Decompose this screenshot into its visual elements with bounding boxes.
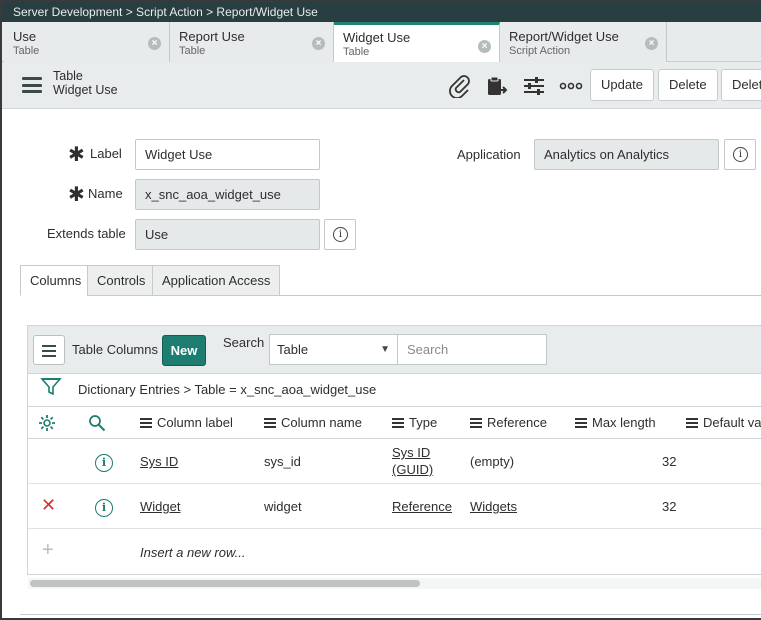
new-button[interactable]: New bbox=[162, 335, 206, 366]
tab-title: Use bbox=[13, 29, 37, 44]
tab-use[interactable]: Use Table × bbox=[4, 22, 170, 62]
close-tab-icon[interactable]: × bbox=[312, 37, 325, 50]
filter-icon[interactable] bbox=[40, 376, 62, 398]
column-menu-icon bbox=[392, 417, 404, 430]
column-label-link[interactable]: Sys ID bbox=[140, 454, 178, 469]
column-name-cell: widget bbox=[264, 499, 302, 514]
search-icon[interactable] bbox=[88, 414, 106, 432]
column-name-cell: sys_id bbox=[264, 454, 301, 469]
attachment-icon[interactable] bbox=[448, 74, 472, 98]
label-field-label: ✱ Label bbox=[68, 144, 122, 166]
table-row: ✕ i Widget widget Reference Widgets 32 bbox=[28, 484, 761, 529]
reference-cell: (empty) bbox=[470, 454, 515, 469]
reference-link[interactable]: Widgets bbox=[470, 499, 517, 514]
search-field-value: Table bbox=[277, 342, 309, 357]
extends-table-label: Extends table bbox=[47, 226, 126, 241]
table-header: Column label Column name Type Reference … bbox=[28, 406, 761, 439]
tab-subtitle: Table bbox=[343, 46, 370, 58]
column-header-label[interactable]: Column label bbox=[140, 415, 233, 430]
tab-columns[interactable]: Columns bbox=[20, 265, 92, 296]
caret-down-icon: ▼ bbox=[380, 344, 390, 355]
max-length-cell: 32 bbox=[662, 499, 677, 514]
column-menu-icon bbox=[264, 417, 276, 430]
tab-widget-use[interactable]: Widget Use Table × bbox=[334, 22, 500, 62]
form-header: Table Widget Use Update Delete Delet bbox=[2, 62, 761, 109]
info-icon: i bbox=[733, 147, 748, 162]
tab-subtitle: Script Action bbox=[509, 45, 571, 57]
tab-subtitle: Table bbox=[13, 45, 40, 57]
list-toolbar: Table Columns New Search Table ▼ Search bbox=[28, 326, 761, 374]
column-header-max-length[interactable]: Max length bbox=[575, 415, 656, 430]
extends-info-button[interactable]: i bbox=[324, 219, 356, 250]
close-tab-icon[interactable]: × bbox=[478, 40, 491, 53]
search-label: Search bbox=[223, 335, 265, 350]
application-input: Analytics on Analytics bbox=[534, 139, 719, 170]
tab-controls[interactable]: Controls bbox=[87, 265, 156, 296]
menu-icon[interactable] bbox=[22, 77, 42, 93]
info-icon[interactable]: i bbox=[95, 454, 113, 472]
tab-title: Report/Widget Use bbox=[509, 29, 619, 44]
gear-icon[interactable] bbox=[38, 414, 56, 432]
column-menu-icon bbox=[575, 417, 587, 430]
record-title: Table Widget Use bbox=[53, 69, 118, 97]
name-field-label: ✱ Name bbox=[68, 184, 123, 206]
column-header-type[interactable]: Type bbox=[392, 415, 437, 430]
name-input: x_snc_aoa_widget_use bbox=[135, 179, 320, 210]
insert-row-text[interactable]: Insert a new row... bbox=[140, 545, 246, 560]
delete-button-secondary[interactable]: Delet bbox=[721, 69, 761, 101]
search-field-select[interactable]: Table ▼ bbox=[269, 334, 398, 365]
column-header-name[interactable]: Column name bbox=[264, 415, 362, 430]
list-breadcrumb: Dictionary Entries > Table = x_snc_aoa_w… bbox=[40, 376, 760, 402]
extends-table-input[interactable]: Use bbox=[135, 219, 320, 250]
label-input[interactable]: Widget Use bbox=[135, 139, 320, 170]
tab-report-widget-use[interactable]: Report/Widget Use Script Action × bbox=[500, 22, 667, 62]
column-menu-icon bbox=[140, 417, 152, 430]
application-label: Application bbox=[457, 147, 521, 162]
column-header-default-value[interactable]: Default val bbox=[686, 415, 761, 430]
tab-title: Widget Use bbox=[343, 30, 411, 45]
window-breadcrumb: Server Development > Script Action > Rep… bbox=[2, 2, 761, 22]
close-tab-icon[interactable]: × bbox=[148, 37, 161, 50]
close-tab-icon[interactable]: × bbox=[645, 37, 658, 50]
horizontal-scrollbar[interactable] bbox=[28, 578, 761, 589]
column-label-link[interactable]: Widget bbox=[140, 499, 180, 514]
search-input[interactable]: Search bbox=[397, 334, 547, 365]
tab-subtitle: Table bbox=[179, 45, 206, 57]
column-header-reference[interactable]: Reference bbox=[470, 415, 547, 430]
table-row: i Sys ID sys_id Sys ID (GUID) (empty) 32 bbox=[28, 439, 761, 484]
column-menu-icon bbox=[686, 417, 698, 430]
clipboard-icon[interactable] bbox=[485, 74, 509, 98]
tab-application-access[interactable]: Application Access bbox=[152, 265, 281, 296]
update-button[interactable]: Update bbox=[590, 69, 654, 101]
column-menu-icon bbox=[470, 417, 482, 430]
required-icon: ✱ bbox=[68, 184, 85, 206]
max-length-cell: 32 bbox=[662, 454, 677, 469]
record-type: Table bbox=[53, 69, 83, 83]
delete-button[interactable]: Delete bbox=[658, 69, 718, 101]
scrollbar-thumb[interactable] bbox=[30, 580, 420, 587]
info-icon[interactable]: i bbox=[95, 499, 113, 517]
table-columns-list: Table Columns New Search Table ▼ Search … bbox=[27, 325, 761, 589]
application-info-button[interactable]: i bbox=[724, 139, 756, 170]
info-icon: i bbox=[333, 227, 348, 242]
app-frame: Server Development > Script Action > Rep… bbox=[0, 0, 761, 620]
more-options-icon[interactable] bbox=[559, 74, 583, 98]
tab-title: Report Use bbox=[179, 29, 245, 44]
section-divider bbox=[20, 614, 761, 615]
list-title: Table Columns bbox=[72, 342, 158, 357]
delete-row-icon[interactable]: ✕ bbox=[41, 495, 56, 516]
type-link[interactable]: Reference bbox=[392, 499, 452, 514]
record-name: Widget Use bbox=[53, 83, 118, 97]
tab-report-use[interactable]: Report Use Table × bbox=[170, 22, 334, 62]
tab-strip: Use Table × Report Use Table × Widget Us… bbox=[2, 22, 761, 62]
insert-row[interactable]: + Insert a new row... bbox=[28, 529, 761, 574]
filter-breadcrumb-text[interactable]: Dictionary Entries > Table = x_snc_aoa_w… bbox=[78, 382, 376, 397]
type-link[interactable]: Sys ID (GUID) bbox=[392, 444, 433, 478]
list-menu-button[interactable] bbox=[33, 335, 65, 365]
add-row-icon: + bbox=[42, 539, 54, 561]
required-icon: ✱ bbox=[68, 144, 85, 166]
settings-sliders-icon[interactable] bbox=[522, 74, 546, 98]
